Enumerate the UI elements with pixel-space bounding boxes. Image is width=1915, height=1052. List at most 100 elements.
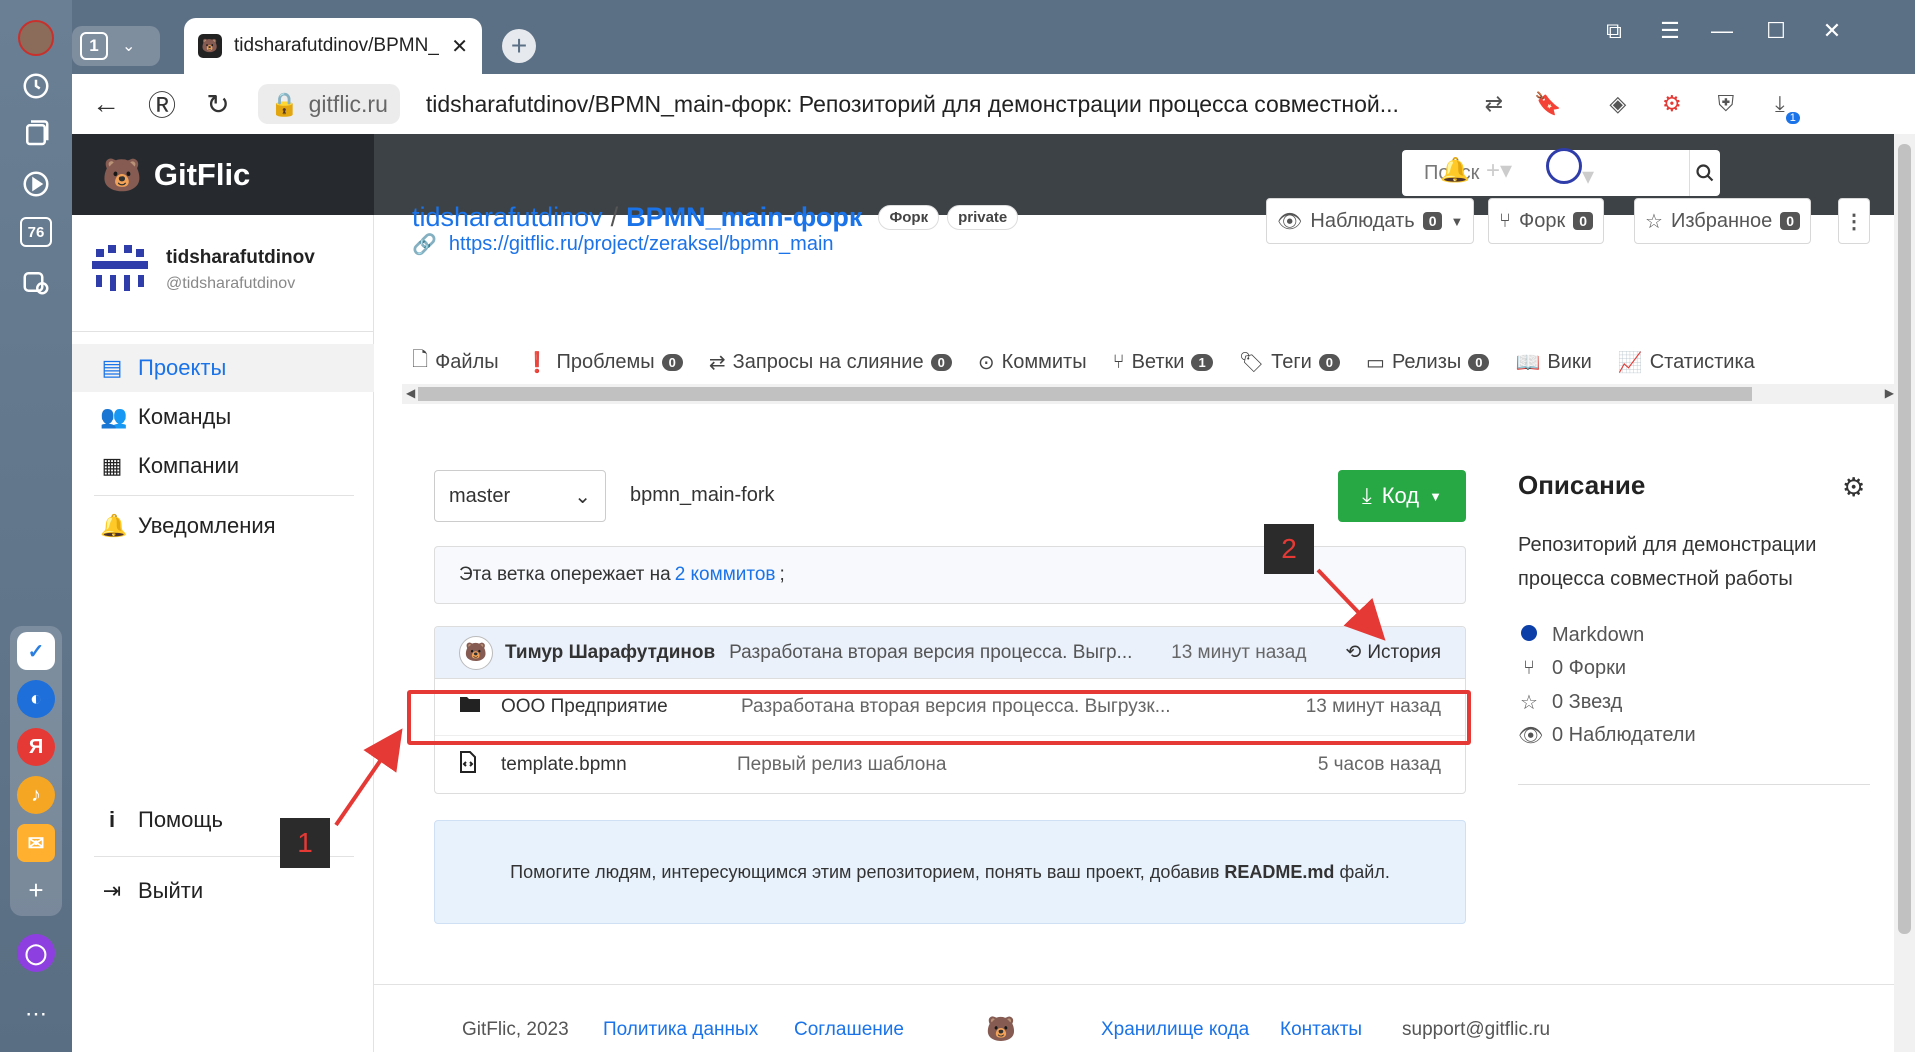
tab-wiki[interactable]: 📖 Вики bbox=[1515, 350, 1591, 375]
page-scrollbar[interactable] bbox=[1894, 134, 1915, 1052]
active-tab[interactable]: 🐻 tidsharafutdinov/BPMN_ ✕ bbox=[184, 18, 482, 74]
repo-name-link[interactable]: BPMN_main-форк bbox=[626, 202, 862, 233]
mail-app-icon[interactable]: ✉ bbox=[17, 824, 55, 862]
profile-avatar[interactable] bbox=[12, 14, 60, 62]
chart-icon: 📈 bbox=[1617, 351, 1643, 374]
alert-icon: ❗ bbox=[524, 351, 550, 374]
watchers-item[interactable]: 👁 0 Наблюдатели bbox=[1518, 723, 1696, 748]
notifications-menu-icon[interactable]: ☰ bbox=[1650, 14, 1690, 48]
favorite-button[interactable]: ☆ Избранное 0 bbox=[1634, 198, 1812, 244]
ahead-suffix: ; bbox=[779, 564, 785, 585]
shield-extension-icon[interactable]: ⛨ bbox=[1706, 84, 1746, 124]
plus-menu-icon[interactable]: +▾ bbox=[1486, 156, 1512, 185]
minimize-icon[interactable]: — bbox=[1702, 14, 1742, 48]
language-dot-icon bbox=[1518, 624, 1540, 647]
more-icon[interactable]: ⋯ bbox=[12, 990, 60, 1038]
user-avatar-menu[interactable]: ▾ bbox=[1546, 148, 1594, 191]
ahead-commits-link[interactable]: 2 коммитов bbox=[675, 564, 776, 586]
sidebar-item-notifications[interactable]: 🔔 Уведомления bbox=[72, 502, 374, 550]
user-card[interactable]: tidsharafutdinov @tidsharafutdinov bbox=[92, 241, 374, 321]
sidebar-item-companies[interactable]: ▦ Компании bbox=[72, 442, 374, 490]
tab-label: Релизы bbox=[1391, 350, 1462, 373]
yandex-home-icon[interactable]: Ⓡ bbox=[134, 76, 190, 132]
reload-icon[interactable]: ↻ bbox=[190, 76, 246, 132]
fork-button[interactable]: ⑂ Форк 0 bbox=[1488, 198, 1604, 244]
tab-count: 1 bbox=[80, 32, 108, 60]
tab-merge-requests[interactable]: ⇄ Запросы на слияние 0 bbox=[709, 350, 952, 375]
screenshot-icon[interactable] bbox=[12, 258, 60, 306]
file-name[interactable]: template.bpmn bbox=[501, 754, 737, 776]
diagram-extension-icon[interactable]: ⚙ bbox=[1652, 84, 1692, 124]
new-tab-button[interactable]: + bbox=[502, 29, 536, 63]
add-app-icon[interactable]: + bbox=[12, 866, 60, 914]
link-icon: 🔗 bbox=[412, 234, 437, 256]
tab-group-button[interactable]: 1 ⌄ bbox=[72, 26, 160, 66]
search-icon[interactable] bbox=[1689, 150, 1720, 196]
music-app-icon[interactable]: ♪ bbox=[17, 776, 55, 814]
file-commit-message[interactable]: Первый релиз шаблона bbox=[737, 754, 1318, 776]
incognito-extension-icon[interactable]: ◈ bbox=[1598, 84, 1638, 124]
footer-agreement-link[interactable]: Соглашение bbox=[794, 1019, 904, 1041]
footer-contacts-link[interactable]: Контакты bbox=[1280, 1019, 1362, 1041]
messenger-app-icon[interactable]: ◐ bbox=[17, 680, 55, 718]
site-info-button[interactable]: 🔒 gitflic.ru bbox=[258, 84, 400, 124]
bell-icon[interactable]: 🔔 bbox=[1440, 156, 1470, 185]
tab-issues[interactable]: ❗ Проблемы 0 bbox=[525, 350, 683, 375]
chevron-down-icon: ⌄ bbox=[574, 485, 591, 508]
footer-storage-link[interactable]: Хранилище кода bbox=[1101, 1019, 1249, 1041]
tab-statistics[interactable]: 📈 Статистика bbox=[1618, 350, 1755, 375]
commit-author[interactable]: Тимур Шарафутдинов bbox=[505, 642, 715, 664]
maximize-icon[interactable]: ☐ bbox=[1756, 14, 1796, 48]
tracker-app-icon[interactable]: ✓ bbox=[17, 632, 55, 670]
close-window-icon[interactable]: ✕ bbox=[1812, 14, 1852, 48]
logo-text: GitFlic bbox=[153, 156, 251, 192]
branch-select[interactable]: master ⌄ bbox=[434, 470, 606, 522]
bookmark-icon[interactable]: 🔖 bbox=[1528, 84, 1568, 124]
back-icon[interactable]: ← bbox=[78, 76, 134, 132]
repo-owner-link[interactable]: tidsharafutdinov bbox=[412, 202, 603, 233]
more-actions-button[interactable]: ⋮ bbox=[1838, 198, 1870, 244]
footer-privacy-link[interactable]: Политика данных bbox=[603, 1019, 758, 1041]
kebab-icon: ⋮ bbox=[1844, 210, 1864, 233]
commit-author-avatar: 🐻 bbox=[459, 635, 493, 670]
scroll-left-icon[interactable]: ◀ bbox=[406, 386, 415, 400]
repo-url-link[interactable]: https://gitflic.ru/project/zeraksel/bpmn… bbox=[449, 233, 834, 256]
tab-releases[interactable]: ▭ Релизы 0 bbox=[1366, 350, 1490, 375]
tab-commits[interactable]: ⊙ Коммиты bbox=[978, 350, 1087, 375]
tab-branches[interactable]: ⑂ Ветки 1 bbox=[1113, 351, 1213, 374]
scrollbar-thumb[interactable] bbox=[1898, 144, 1911, 934]
watch-button[interactable]: 👁 Наблюдать 0 ▼ bbox=[1266, 198, 1475, 244]
sidebar-item-projects[interactable]: ▤ Проекты bbox=[72, 344, 374, 392]
translate-icon[interactable]: ⇄ bbox=[1474, 84, 1514, 124]
gear-icon[interactable]: ⚙ bbox=[1842, 472, 1865, 503]
history-link[interactable]: ⟲ История bbox=[1345, 641, 1441, 664]
commit-message[interactable]: Разработана вторая версия процесса. Выгр… bbox=[729, 642, 1149, 664]
weather-badge[interactable]: 76 bbox=[12, 208, 60, 256]
collections-icon[interactable] bbox=[12, 110, 60, 158]
history-icon[interactable] bbox=[12, 62, 60, 110]
sidebar-item-logout[interactable]: ⇥ Выйти bbox=[72, 867, 374, 915]
tab-tags[interactable]: 🏷 Теги 0 bbox=[1238, 350, 1341, 375]
scroll-right-icon[interactable]: ▶ bbox=[1885, 386, 1894, 400]
code-button[interactable]: ⤓ Код ▼ bbox=[1338, 470, 1466, 522]
yandex-app-icon[interactable]: Я bbox=[17, 728, 55, 766]
video-icon[interactable] bbox=[12, 160, 60, 208]
description-text: Репозиторий для демонстрации процесса со… bbox=[1518, 534, 1817, 590]
tab-label: Запросы на слияние bbox=[732, 350, 924, 373]
tabs-scrollbar[interactable]: ◀ ▶ bbox=[402, 384, 1894, 404]
downloads-icon[interactable]: ⤓ 1 bbox=[1760, 84, 1800, 124]
tab-files[interactable]: 🗋 Файлы bbox=[412, 345, 499, 379]
sidebar-item-teams[interactable]: 👥 Команды bbox=[72, 393, 374, 441]
address-title[interactable]: tidsharafutdinov/BPMN_main-форк: Репозит… bbox=[426, 91, 1446, 118]
scrollbar-thumb[interactable] bbox=[418, 387, 1752, 401]
eye-icon: 👁 bbox=[1518, 725, 1544, 747]
forks-item[interactable]: ⑂ 0 Форки bbox=[1518, 657, 1626, 680]
annotation-label-1: 1 bbox=[280, 818, 330, 868]
tab-label: Коммиты bbox=[1001, 350, 1087, 373]
stars-item[interactable]: ☆ 0 Звезд bbox=[1518, 690, 1622, 715]
bookmarks-panel-icon[interactable]: ⧉ bbox=[1594, 14, 1634, 48]
alice-icon[interactable]: ◯ bbox=[17, 934, 55, 972]
tag-icon: 🏷 bbox=[1238, 351, 1265, 374]
gitflic-logo[interactable]: 🐻 GitFlic bbox=[72, 134, 374, 215]
close-tab-icon[interactable]: ✕ bbox=[451, 34, 468, 59]
